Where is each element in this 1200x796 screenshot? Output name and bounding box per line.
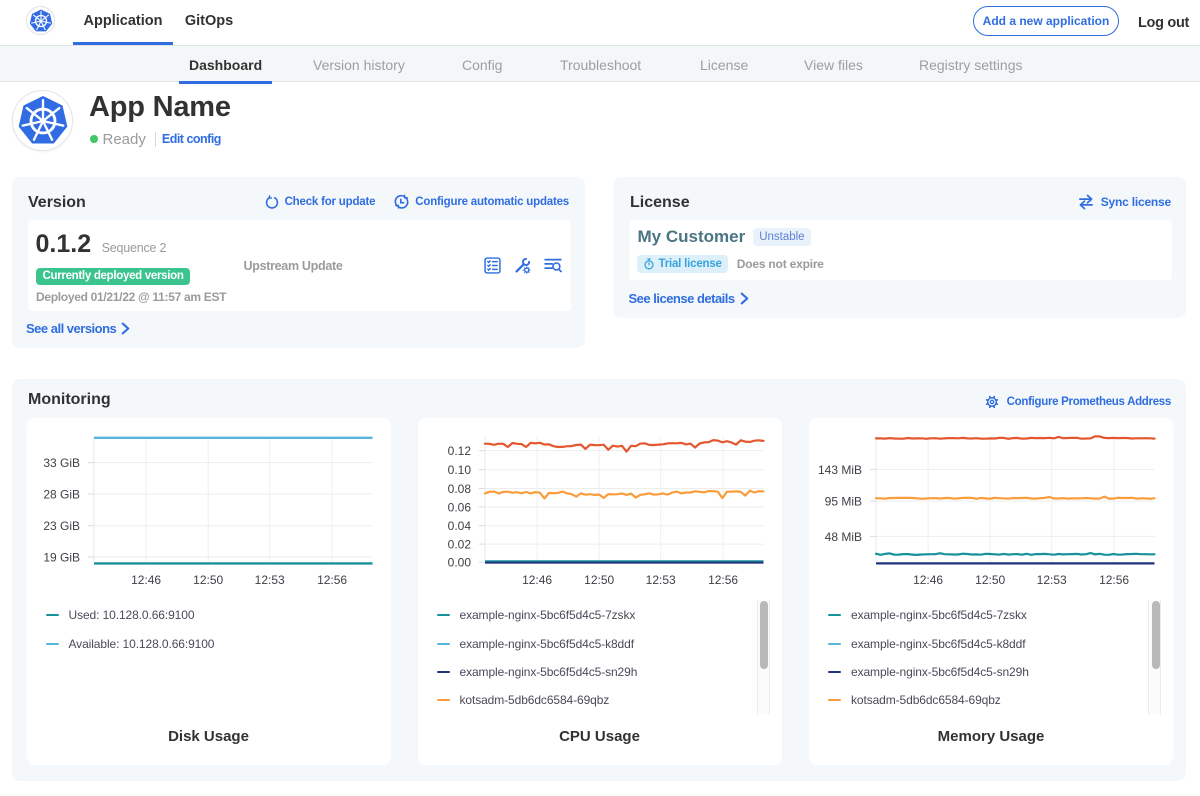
svg-text:12:50: 12:50: [193, 573, 223, 587]
svg-text:143 MiB: 143 MiB: [818, 463, 862, 477]
svg-text:12:56: 12:56: [1099, 573, 1129, 587]
svg-text:48 MiB: 48 MiB: [825, 530, 862, 544]
svg-text:12:50: 12:50: [584, 573, 614, 587]
svg-text:12:50: 12:50: [975, 573, 1005, 587]
svg-text:12:46: 12:46: [131, 573, 161, 587]
svg-text:0.06: 0.06: [447, 500, 471, 514]
svg-text:12:46: 12:46: [522, 573, 552, 587]
svg-text:0.04: 0.04: [447, 519, 471, 533]
svg-text:33 GiB: 33 GiB: [43, 456, 80, 470]
svg-text:0.10: 0.10: [447, 463, 471, 477]
svg-text:12:56: 12:56: [317, 573, 347, 587]
svg-text:12:56: 12:56: [708, 573, 738, 587]
svg-text:0.08: 0.08: [447, 482, 471, 496]
svg-text:12:53: 12:53: [1037, 573, 1067, 587]
svg-text:28 GiB: 28 GiB: [43, 488, 80, 502]
svg-text:19 GiB: 19 GiB: [43, 550, 80, 564]
svg-text:12:53: 12:53: [254, 573, 284, 587]
svg-text:12:53: 12:53: [645, 573, 675, 587]
svg-text:12:46: 12:46: [913, 573, 943, 587]
svg-text:0.02: 0.02: [447, 538, 471, 552]
svg-text:0.00: 0.00: [447, 556, 471, 570]
svg-text:0.12: 0.12: [447, 444, 471, 458]
svg-text:95 MiB: 95 MiB: [825, 495, 862, 509]
svg-text:23 GiB: 23 GiB: [43, 519, 80, 533]
